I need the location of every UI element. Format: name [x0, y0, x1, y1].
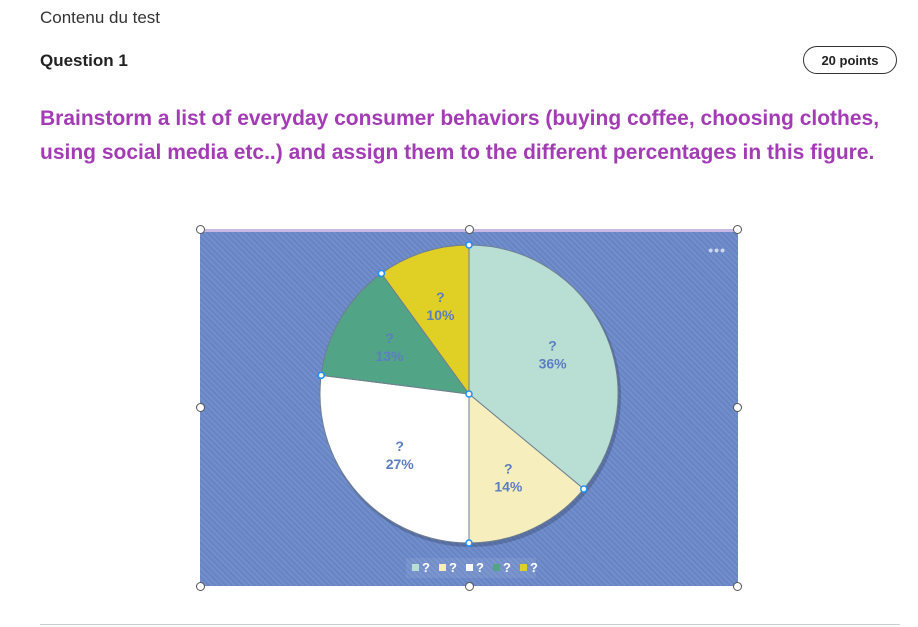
- breadcrumb: Contenu du test: [40, 8, 161, 27]
- slice-value-label: 36%: [539, 356, 568, 372]
- slice-value-label: 27%: [386, 456, 415, 472]
- slice-name-label: ?: [395, 438, 404, 454]
- pie-center-handle[interactable]: [465, 390, 473, 398]
- legend-swatch: [412, 564, 419, 571]
- slice-value-label: 13%: [375, 348, 404, 364]
- slice-value-label: 10%: [426, 307, 455, 323]
- legend-label: ?: [530, 560, 538, 575]
- legend-label: ?: [422, 560, 430, 575]
- slice-boundary-handle[interactable]: [377, 269, 386, 278]
- divider: [40, 624, 900, 625]
- slice-boundary-handle[interactable]: [465, 539, 473, 547]
- pie-chart: ? 36%? 14%? 27%? 13%? 10%?????: [317, 241, 621, 578]
- pie-chart-figure[interactable]: ••• ? 36%? 14%? 27%? 13%? 10%?????: [200, 229, 738, 586]
- question-prompt: Brainstorm a list of everyday consumer b…: [40, 107, 880, 164]
- slice-name-label: ?: [504, 461, 513, 477]
- legend-swatch: [466, 564, 473, 571]
- resize-handle-bottom-left[interactable]: [196, 582, 205, 591]
- resize-handle-top-left[interactable]: [196, 225, 205, 234]
- resize-handle-bottom-right[interactable]: [733, 582, 742, 591]
- resize-handle-top-right[interactable]: [733, 225, 742, 234]
- slice-name-label: ?: [385, 330, 394, 346]
- legend-swatch: [520, 564, 527, 571]
- slice-boundary-handle[interactable]: [465, 241, 473, 249]
- slice-value-label: 14%: [494, 479, 523, 495]
- resize-handle-top[interactable]: [465, 225, 474, 234]
- legend-label: ?: [503, 560, 511, 575]
- slice-boundary-handle[interactable]: [317, 371, 325, 380]
- question-title: Question 1: [40, 51, 128, 70]
- resize-handle-left[interactable]: [196, 403, 205, 412]
- points-badge: 20 points: [803, 46, 897, 74]
- slice-name-label: ?: [436, 289, 445, 305]
- resize-handle-right[interactable]: [733, 403, 742, 412]
- legend-label: ?: [476, 560, 484, 575]
- resize-handle-bottom[interactable]: [465, 582, 474, 591]
- legend-label: ?: [449, 560, 457, 575]
- slice-boundary-handle[interactable]: [580, 485, 588, 493]
- legend-swatch: [439, 564, 446, 571]
- legend-swatch: [493, 564, 500, 571]
- slice-name-label: ?: [548, 338, 557, 354]
